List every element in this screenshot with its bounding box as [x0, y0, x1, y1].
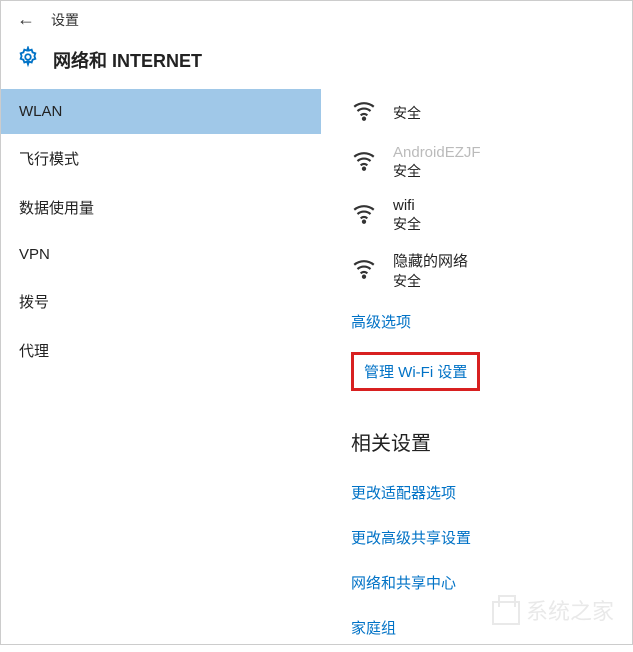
page-title: 网络和 INTERNET [53, 47, 202, 73]
wifi-status: 安全 [393, 214, 421, 234]
wifi-network-item[interactable]: 隐藏的网络 安全 [351, 242, 612, 299]
link-homegroup[interactable]: 家庭组 [351, 617, 396, 638]
main-panel: 安全 AndroidEZJF 安全 wifi 安全 [321, 89, 632, 652]
related-settings-title: 相关设置 [351, 427, 612, 456]
wifi-status: 安全 [393, 161, 481, 181]
wifi-info: wifi 安全 [393, 197, 421, 234]
link-sharing-settings[interactable]: 更改高级共享设置 [351, 527, 471, 548]
sidebar-item-label: 数据使用量 [19, 200, 94, 217]
highlight-box: 管理 Wi-Fi 设置 [351, 352, 480, 391]
wifi-icon [351, 147, 377, 178]
content: WLAN 飞行模式 数据使用量 VPN 拨号 代理 安全 AndroidEZJF… [1, 89, 632, 652]
sidebar-item-proxy[interactable]: 代理 [1, 326, 321, 375]
wifi-network-item[interactable]: 安全 [351, 89, 612, 136]
wifi-status: 安全 [393, 103, 421, 123]
wifi-icon [351, 97, 377, 128]
wifi-network-item[interactable]: AndroidEZJF 安全 [351, 136, 612, 189]
wifi-network-item[interactable]: wifi 安全 [351, 189, 612, 242]
gear-icon [17, 46, 39, 73]
link-network-center[interactable]: 网络和共享中心 [351, 572, 456, 593]
link-advanced-options[interactable]: 高级选项 [351, 311, 411, 332]
wifi-info: AndroidEZJF 安全 [393, 144, 481, 181]
back-icon[interactable]: ← [17, 9, 35, 30]
sidebar-item-data-usage[interactable]: 数据使用量 [1, 183, 321, 232]
link-manage-wifi[interactable]: 管理 Wi-Fi 设置 [364, 361, 467, 382]
wifi-icon [351, 200, 377, 231]
sidebar-item-label: 拨号 [19, 294, 49, 311]
header-title: 设置 [51, 10, 79, 30]
sidebar-item-wlan[interactable]: WLAN [1, 89, 321, 134]
sidebar-item-dialup[interactable]: 拨号 [1, 277, 321, 326]
sidebar-item-label: 代理 [19, 343, 49, 360]
wifi-info: 安全 [393, 103, 421, 123]
sidebar-item-label: WLAN [19, 103, 62, 120]
wifi-name: 隐藏的网络 [393, 250, 468, 271]
link-adapter-options[interactable]: 更改适配器选项 [351, 482, 456, 503]
sidebar-item-label: 飞行模式 [19, 151, 79, 168]
wifi-status: 安全 [393, 271, 468, 291]
sidebar-item-label: VPN [19, 246, 50, 263]
wifi-name: AndroidEZJF [393, 144, 481, 161]
wifi-name: wifi [393, 197, 421, 214]
header: ← 设置 [1, 1, 632, 30]
sidebar-item-airplane[interactable]: 飞行模式 [1, 134, 321, 183]
sidebar-item-vpn[interactable]: VPN [1, 232, 321, 277]
wifi-info: 隐藏的网络 安全 [393, 250, 468, 291]
title-row: 网络和 INTERNET [1, 30, 632, 89]
sidebar: WLAN 飞行模式 数据使用量 VPN 拨号 代理 [1, 89, 321, 652]
wifi-icon [351, 255, 377, 286]
